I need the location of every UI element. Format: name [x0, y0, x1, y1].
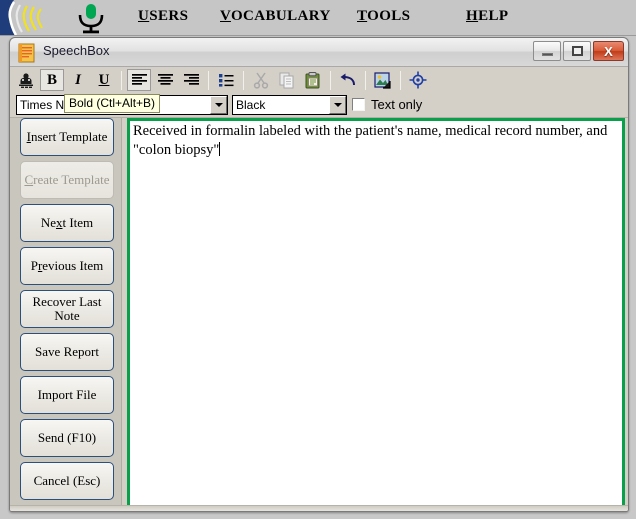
previous-item-pre: P	[30, 258, 38, 273]
recover-last-note-button[interactable]: Recover Last Note	[20, 290, 114, 328]
toolbar-separator	[330, 70, 331, 90]
maximize-icon	[564, 42, 590, 60]
insert-image-button[interactable]	[371, 69, 395, 91]
bold-tooltip: Bold (Ctl+Alt+B)	[64, 94, 161, 113]
next-item-pre: Ne	[40, 215, 56, 230]
previous-item-button[interactable]: Previous Item	[20, 247, 114, 285]
next-item-button[interactable]: Next Item	[20, 204, 114, 242]
bullet-list-button[interactable]	[214, 69, 238, 91]
copy-button[interactable]	[275, 69, 299, 91]
menu-vocabulary[interactable]: VOCABULARY	[220, 8, 331, 25]
close-button[interactable]: X	[593, 41, 624, 61]
bold-button[interactable]: B	[40, 69, 64, 91]
editor-content[interactable]: Received in formalin labeled with the pa…	[133, 122, 619, 160]
toolbar-separator	[400, 70, 401, 90]
cancel-label: Cancel (Esc)	[33, 473, 101, 488]
editor-text-value: Received in formalin labeled with the pa…	[133, 123, 611, 158]
toolbar-area: B I U Times Ne Black Text only Bold (Ctl…	[10, 67, 628, 118]
minimize-button[interactable]	[533, 41, 561, 61]
previous-item-label: evious Item	[42, 258, 104, 273]
spell-check-icon[interactable]	[14, 69, 38, 91]
menu-users[interactable]: USERS	[138, 8, 188, 25]
microphone-icon[interactable]	[74, 2, 108, 34]
window-title: SpeechBox	[43, 43, 110, 58]
menu-vocabulary-label: OCABULARY	[230, 8, 331, 24]
align-left-button[interactable]	[127, 69, 151, 91]
align-right-button[interactable]	[179, 69, 203, 91]
bold-label: B	[46, 71, 57, 88]
paste-button[interactable]	[301, 69, 325, 91]
speaker-waves-icon	[0, 0, 62, 35]
maximize-button[interactable]	[563, 41, 591, 61]
formatting-toolbar: B I U	[10, 67, 628, 93]
cancel-button[interactable]: Cancel (Esc)	[20, 462, 114, 500]
report-text-editor[interactable]: Received in formalin labeled with the pa…	[127, 118, 625, 509]
application-menu-bar: USERS VOCABULARY TOOLS HELP	[0, 0, 636, 36]
underline-label: U	[98, 71, 110, 88]
toolbar-separator	[208, 70, 209, 90]
font-color-toolbar: Times Ne Black Text only Bold (Ctl+Alt+B…	[10, 93, 628, 117]
menu-help-label: ELP	[478, 8, 509, 24]
font-color-value: Black	[236, 98, 266, 112]
speechbox-window: SpeechBox X B I U Times Ne Black Text on…	[9, 37, 629, 512]
action-sidebar: Insert Template Create Template Next Ite…	[10, 118, 122, 511]
text-only-checkbox[interactable]	[351, 97, 366, 112]
insert-template-button[interactable]: Insert Template	[20, 118, 114, 156]
cut-button[interactable]	[249, 69, 273, 91]
send-label: Send (F10)	[37, 430, 97, 445]
save-report-label: Save Report	[35, 344, 99, 359]
chevron-down-icon[interactable]	[329, 96, 346, 114]
close-icon: X	[604, 43, 613, 59]
window-body: Insert Template Create Template Next Ite…	[10, 118, 628, 511]
toolbar-separator	[365, 70, 366, 90]
chevron-down-icon[interactable]	[210, 96, 227, 114]
create-template-mnemonic: C	[24, 172, 34, 187]
toolbar-separator	[243, 70, 244, 90]
create-template-label: reate Template	[33, 172, 110, 187]
menu-users-mnemonic: U	[138, 8, 150, 24]
menu-tools[interactable]: TOOLS	[357, 8, 410, 25]
window-bottom-edge	[10, 505, 628, 511]
text-only-label: Text only	[371, 97, 423, 112]
notepad-icon	[18, 43, 36, 63]
create-template-button: Create Template	[20, 161, 114, 199]
menu-tools-label: OOLS	[367, 8, 411, 24]
toolbar-separator	[121, 70, 122, 90]
menu-vocabulary-mnemonic: V	[220, 8, 231, 24]
window-title-bar: SpeechBox X	[10, 38, 628, 67]
menu-help-mnemonic: H	[466, 8, 479, 24]
save-report-button[interactable]: Save Report	[20, 333, 114, 371]
italic-label: I	[75, 71, 81, 88]
insert-template-label: nsert Template	[30, 129, 108, 144]
menu-help[interactable]: HELP	[466, 8, 508, 25]
text-caret	[219, 142, 221, 156]
text-only-checkbox-group[interactable]: Text only	[351, 97, 423, 112]
target-button[interactable]	[406, 69, 430, 91]
italic-button[interactable]: I	[66, 69, 90, 91]
recover-last-note-line1: Recover Last	[32, 294, 102, 309]
underline-button[interactable]: U	[92, 69, 116, 91]
recover-last-note-line2: Note	[54, 308, 80, 323]
minimize-icon	[534, 42, 560, 60]
menu-users-label: SERS	[149, 8, 189, 24]
align-center-button[interactable]	[153, 69, 177, 91]
send-button[interactable]: Send (F10)	[20, 419, 114, 457]
next-item-label: t Item	[62, 215, 94, 230]
font-color-dropdown[interactable]: Black	[232, 95, 347, 115]
undo-button[interactable]	[336, 69, 360, 91]
menu-tools-mnemonic: T	[357, 8, 368, 24]
import-file-button[interactable]: Import File	[20, 376, 114, 414]
import-file-label: Import File	[37, 387, 97, 402]
